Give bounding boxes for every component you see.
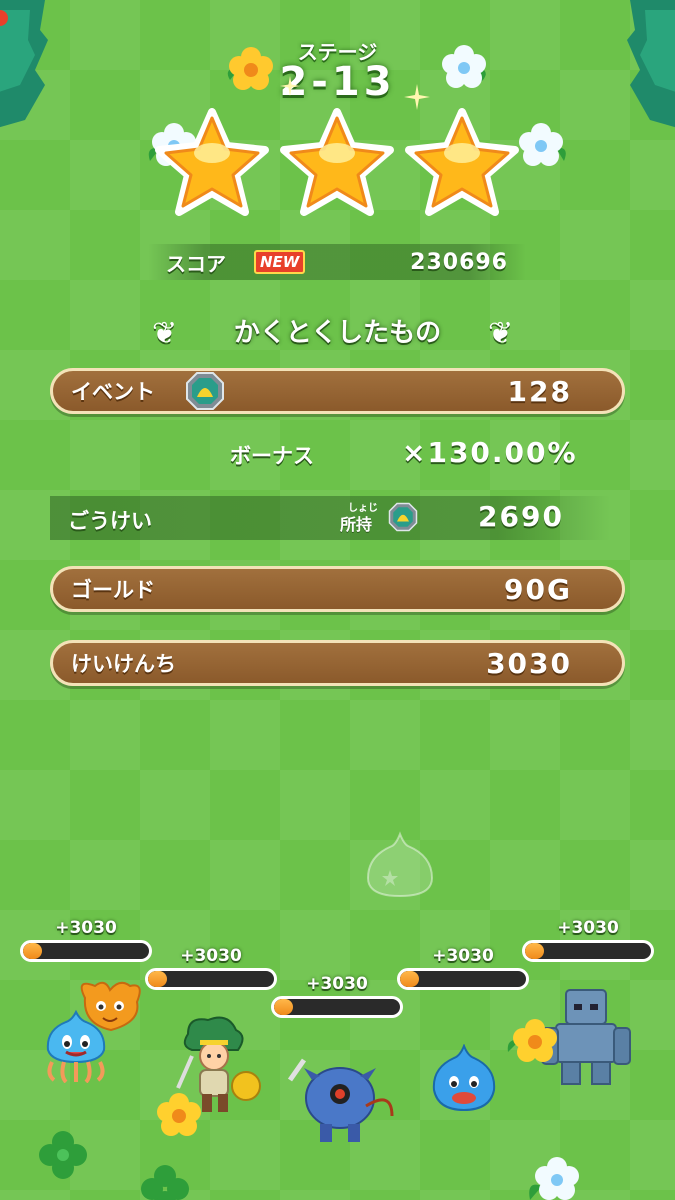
score-label: スコア <box>166 251 226 276</box>
bonus-value: ×130.00% <box>402 436 578 469</box>
gold-value: 90G <box>504 572 572 606</box>
white-flower-icon <box>519 123 566 166</box>
party-xp-healslime: +3030 <box>20 918 152 962</box>
owned-label: 所持 <box>340 515 373 534</box>
party-xp-slime: +3030 <box>397 946 529 990</box>
gold-bar: ゴールド 90G <box>50 566 625 612</box>
healslime-icon <box>46 1009 106 1083</box>
party-xp-killing-machine: +3030 <box>271 974 403 1018</box>
star-icon <box>405 108 519 216</box>
killing-machine-icon <box>287 1058 394 1142</box>
sparkle-icon <box>404 84 430 110</box>
event-label: イベント <box>71 380 155 404</box>
xp-progress-bar <box>271 996 403 1018</box>
yellow-flower-icon <box>507 1019 557 1062</box>
xp-gain-text: +3030 <box>306 974 368 994</box>
star-icon <box>155 108 269 216</box>
new-badge: NEW <box>254 250 306 274</box>
xp-fill <box>525 943 544 959</box>
score-value: 230696 <box>410 249 508 275</box>
experience-label: けいけんち <box>71 652 176 676</box>
stage-header: ステージ 2-13 <box>0 36 675 105</box>
total-label: ごうけい <box>68 509 152 533</box>
event-bar: イベント 128 <box>50 368 625 414</box>
xp-gain-text: +3030 <box>432 946 494 966</box>
xp-progress-bar <box>20 940 152 962</box>
bonus-row: ボーナス ×130.00% <box>0 436 675 476</box>
star-rating <box>155 108 520 223</box>
event-gem-icon <box>388 502 418 532</box>
xp-progress-bar <box>145 968 277 990</box>
rewards-title: かくとくしたもの <box>233 318 442 348</box>
score-row: スコア NEW 230696 <box>148 244 526 280</box>
slime-icon <box>432 1044 496 1112</box>
xp-fill <box>400 971 419 987</box>
xp-fill <box>148 971 167 987</box>
xp-fill <box>274 999 293 1015</box>
ghost-slime-icon <box>366 831 434 898</box>
event-value: 128 <box>507 374 572 408</box>
party-xp-hero: +3030 <box>145 946 277 990</box>
total-row: ごうけい しょじ 所持 2690 <box>50 496 610 540</box>
experience-bar: けいけんち 3030 <box>50 640 625 686</box>
total-value: 2690 <box>478 500 564 533</box>
xp-progress-bar <box>522 940 654 962</box>
yellow-flower-icon <box>157 1093 201 1136</box>
white-flower-icon <box>529 1157 579 1200</box>
leaf-clover-icon <box>141 1165 189 1200</box>
leaf-clover-icon <box>39 1131 87 1179</box>
star-icon <box>280 108 394 216</box>
sparkle-icon <box>280 76 300 96</box>
gold-label: ゴールド <box>71 578 155 602</box>
ornament-right-icon: ❦ <box>488 316 514 351</box>
party-xp-golem: +3030 <box>522 918 654 962</box>
experience-value: 3030 <box>486 646 572 680</box>
stage-number: 2-13 <box>279 59 396 105</box>
bonus-label: ボーナス <box>230 444 314 468</box>
xp-gain-text: +3030 <box>557 918 619 938</box>
event-gem-icon <box>186 372 224 410</box>
xp-progress-bar <box>397 968 529 990</box>
xp-fill <box>23 943 42 959</box>
xp-gain-text: +3030 <box>180 946 242 966</box>
xp-gain-text: +3030 <box>55 918 117 938</box>
